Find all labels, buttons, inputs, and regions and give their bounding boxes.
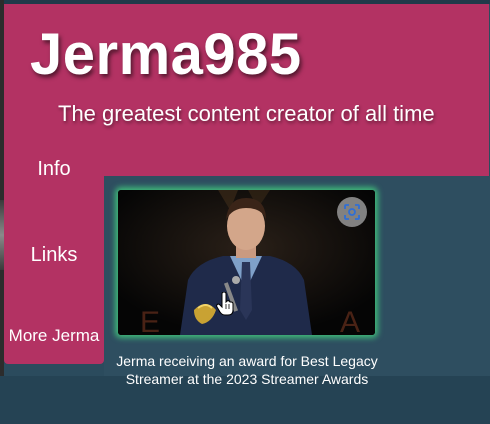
- google-lens-icon: [344, 204, 360, 220]
- site-tagline: The greatest content creator of all time: [58, 101, 435, 126]
- nav-item-links[interactable]: Links: [4, 244, 104, 267]
- google-lens-button[interactable]: [337, 197, 367, 227]
- svg-text:E: E: [140, 306, 160, 335]
- nav-item-info[interactable]: Info: [4, 158, 104, 181]
- award-photo-caption: Jerma receiving an award for Best Legacy…: [116, 353, 378, 387]
- page: Jerma985 The greatest content creator of…: [0, 0, 490, 424]
- svg-text:A: A: [340, 306, 360, 335]
- site-title: Jerma985: [30, 22, 302, 87]
- nav-item-more-jerma[interactable]: More Jerma: [4, 326, 104, 346]
- side-nav: Info Links More Jerma: [4, 158, 104, 364]
- site-header: Jerma985 The greatest content creator of…: [4, 4, 489, 176]
- award-photo[interactable]: E A: [118, 190, 375, 335]
- hand-cursor-icon: [216, 292, 234, 316]
